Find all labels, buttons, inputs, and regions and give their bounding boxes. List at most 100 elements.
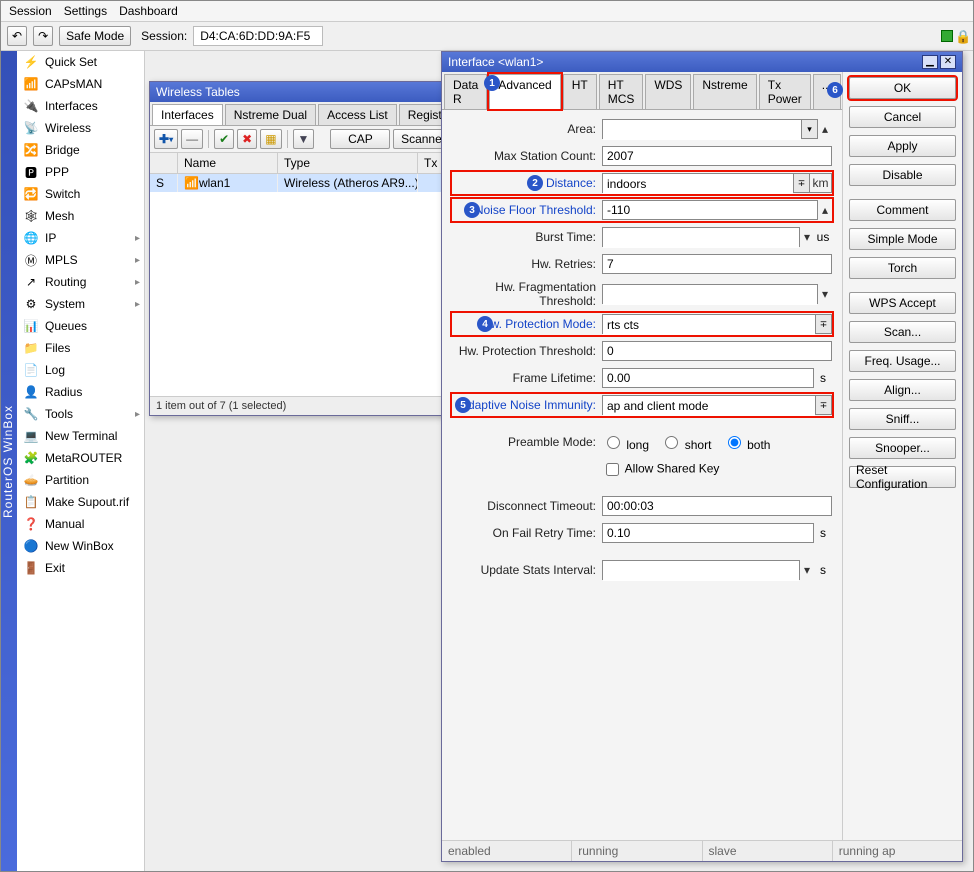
freq-usage--button[interactable]: Freq. Usage... — [849, 350, 956, 372]
callout-3: 3 — [464, 202, 480, 218]
tab-access-list[interactable]: Access List — [318, 104, 397, 125]
sidebar-item-new-terminal[interactable]: 💻New Terminal — [17, 425, 144, 447]
col-flag[interactable] — [150, 153, 178, 173]
disable-button[interactable]: Disable — [849, 164, 956, 186]
torch-button[interactable]: Torch — [849, 257, 956, 279]
sidebar-item-ppp[interactable]: 🅿PPP — [17, 161, 144, 183]
radio-both[interactable]: both — [723, 438, 771, 452]
collapse-icon[interactable]: ▾ — [818, 287, 832, 301]
sidebar-item-interfaces[interactable]: 🔌Interfaces — [17, 95, 144, 117]
sidebar-item-tools[interactable]: 🔧Tools▸ — [17, 403, 144, 425]
dropdown-icon[interactable]: ∓ — [815, 315, 831, 333]
reset-configuration-button[interactable]: Reset Configuration — [849, 466, 956, 488]
sidebar-item-queues[interactable]: 📊Queues — [17, 315, 144, 337]
sniff--button[interactable]: Sniff... — [849, 408, 956, 430]
dialog-titlebar[interactable]: Interface <wlan1> ▁ ✕ — [442, 52, 962, 72]
sidebar-item-capsman[interactable]: 📶CAPsMAN — [17, 73, 144, 95]
tab-interfaces[interactable]: Interfaces — [152, 104, 223, 125]
adaptive-noise-input[interactable]: ∓ — [602, 395, 832, 415]
sidebar-item-log[interactable]: 📄Log — [17, 359, 144, 381]
cancel-button[interactable]: Cancel — [849, 106, 956, 128]
disconnect-timeout-input[interactable] — [602, 496, 832, 516]
minimize-button[interactable]: ▁ — [922, 55, 938, 69]
dropdown-icon[interactable]: ∓ — [793, 174, 809, 192]
tab-wds[interactable]: WDS — [645, 74, 691, 109]
sidebar-item-exit[interactable]: 🚪Exit — [17, 557, 144, 579]
dialog-tabs: Data R 1 Advanced HT HT MCS WDS Nstreme … — [442, 72, 842, 110]
sidebar-icon: 🚪 — [23, 560, 39, 576]
sidebar-item-make-supout-rif[interactable]: 📋Make Supout.rif — [17, 491, 144, 513]
sidebar-item-bridge[interactable]: 🔀Bridge — [17, 139, 144, 161]
sidebar-item-metarouter[interactable]: 🧩MetaROUTER — [17, 447, 144, 469]
sidebar-item-ip[interactable]: 🌐IP▸ — [17, 227, 144, 249]
tab-data-rates[interactable]: Data R — [444, 74, 487, 109]
snooper--button[interactable]: Snooper... — [849, 437, 956, 459]
collapse-icon[interactable]: ▾ — [800, 230, 814, 244]
collapse-icon[interactable]: ▾ — [800, 563, 814, 577]
tab-tx-power[interactable]: Tx Power — [759, 74, 811, 109]
sidebar-item-radius[interactable]: 👤Radius — [17, 381, 144, 403]
distance-unit: km — [810, 173, 832, 193]
hw-prot-thr-input[interactable] — [602, 341, 832, 361]
distance-input[interactable]: ∓ — [602, 173, 810, 193]
expand-icon[interactable]: ▴ — [818, 203, 832, 217]
close-button[interactable]: ✕ — [940, 55, 956, 69]
onfail-input[interactable] — [602, 523, 814, 543]
hw-retries-input[interactable] — [602, 254, 832, 274]
safe-mode-button[interactable]: Safe Mode — [59, 26, 131, 46]
col-type[interactable]: Type — [278, 153, 418, 173]
sidebar-item-routing[interactable]: ↗Routing▸ — [17, 271, 144, 293]
sidebar-item-quick-set[interactable]: ⚡Quick Set — [17, 51, 144, 73]
area-input[interactable]: ▾ — [602, 119, 818, 139]
radio-long[interactable]: long — [602, 438, 649, 452]
sidebar-item-switch[interactable]: 🔁Switch — [17, 183, 144, 205]
disable-button[interactable]: ✖ — [237, 129, 257, 149]
cap-button[interactable]: CAP — [330, 129, 390, 149]
noise-floor-input[interactable] — [602, 200, 818, 220]
dialog-side-buttons: 6 OKCancelApplyDisableCommentSimple Mode… — [842, 72, 962, 840]
enable-button[interactable]: ✔ — [214, 129, 234, 149]
max-station-input[interactable] — [602, 146, 832, 166]
sidebar-item-system[interactable]: ⚙System▸ — [17, 293, 144, 315]
undo-button[interactable]: ↶ — [7, 26, 27, 46]
hw-prot-mode-input[interactable]: ∓ — [602, 314, 832, 334]
menu-session[interactable]: Session — [9, 4, 52, 18]
frame-life-input[interactable] — [602, 368, 814, 388]
sidebar-item-partition[interactable]: 🥧Partition — [17, 469, 144, 491]
wps-accept-button[interactable]: WPS Accept — [849, 292, 956, 314]
sidebar-item-wireless[interactable]: 📡Wireless — [17, 117, 144, 139]
menu-dashboard[interactable]: Dashboard — [119, 4, 178, 18]
sidebar-item-manual[interactable]: ❓Manual — [17, 513, 144, 535]
filter-button[interactable]: ▼ — [293, 129, 315, 149]
sidebar-item-files[interactable]: 📁Files — [17, 337, 144, 359]
tab-nstreme-dual[interactable]: Nstreme Dual — [225, 104, 316, 125]
burst-time-input[interactable] — [602, 227, 800, 247]
remove-button[interactable]: — — [181, 129, 203, 149]
tab-ht-mcs[interactable]: HT MCS — [599, 74, 644, 109]
tab-nstreme[interactable]: Nstreme — [693, 74, 756, 109]
add-button[interactable]: ✚▾ — [154, 129, 178, 149]
align--button[interactable]: Align... — [849, 379, 956, 401]
tab-advanced[interactable]: Advanced — [489, 74, 560, 109]
tab-ht[interactable]: HT — [563, 74, 597, 109]
simple-mode-button[interactable]: Simple Mode — [849, 228, 956, 250]
col-name[interactable]: Name — [178, 153, 278, 173]
dropdown-icon[interactable]: ▾ — [801, 120, 817, 138]
redo-button[interactable]: ↷ — [33, 26, 53, 46]
update-stats-input[interactable] — [602, 560, 800, 580]
sidebar-item-mesh[interactable]: 🕸Mesh — [17, 205, 144, 227]
allow-shared-key-checkbox[interactable]: Allow Shared Key — [602, 460, 719, 479]
comment-button[interactable]: Comment — [849, 199, 956, 221]
dropdown-icon[interactable]: ∓ — [815, 396, 831, 414]
expand-icon[interactable]: ▴ — [818, 122, 832, 136]
radio-short[interactable]: short — [660, 438, 711, 452]
hw-frag-input[interactable] — [602, 284, 818, 304]
apply-button[interactable]: Apply — [849, 135, 956, 157]
comment-button[interactable]: ▦ — [260, 129, 281, 149]
scan--button[interactable]: Scan... — [849, 321, 956, 343]
frame-life-label: Frame Lifetime: — [452, 371, 602, 385]
menu-settings[interactable]: Settings — [64, 4, 107, 18]
sidebar-item-mpls[interactable]: ⓂMPLS▸ — [17, 249, 144, 271]
ok-button[interactable]: OK — [849, 77, 956, 99]
sidebar-item-new-winbox[interactable]: 🔵New WinBox — [17, 535, 144, 557]
